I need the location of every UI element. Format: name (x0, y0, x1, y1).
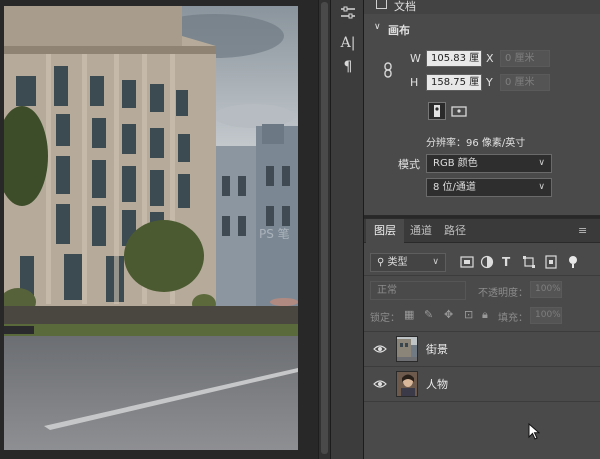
type-filter-icon[interactable]: T (502, 255, 516, 269)
blend-mode-dropdown[interactable]: 正常 (370, 281, 466, 300)
tab-channels[interactable]: 通道 (402, 219, 440, 243)
canvas-scrollbar[interactable] (318, 0, 330, 459)
height-field[interactable]: 158.75 厘 (426, 74, 482, 91)
layer-thumbnail-street (396, 336, 418, 362)
link-chain-icon[interactable] (382, 62, 394, 78)
width-field[interactable]: 105.83 厘 (426, 50, 482, 67)
panel-tool-strip: A| ¶ (330, 0, 364, 459)
document-label: 文档 (394, 0, 416, 13)
opacity-field[interactable]: 100% (530, 281, 562, 298)
landscape-icon (451, 106, 467, 117)
bit-depth-dropdown[interactable]: 8 位/通道 ∨ (426, 178, 552, 197)
divider (364, 366, 600, 367)
color-mode-dropdown[interactable]: RGB 颜色 ∨ (426, 154, 552, 173)
street-scene-illustration: PS 笔 (4, 6, 298, 450)
y-label: Y (486, 76, 493, 89)
portrait-orientation-button[interactable] (428, 102, 446, 120)
divider (364, 275, 600, 276)
canvas-section-title: 画布 (388, 24, 410, 37)
x-field[interactable]: 0 厘米 (500, 50, 550, 67)
properties-panel: 文档 ∨ 画布 W 105.83 厘 X 0 厘米 H 158.75 厘 Y 0… (364, 0, 600, 216)
chevron-down-icon: ∨ (538, 182, 545, 192)
divider (364, 401, 600, 402)
y-field[interactable]: 0 厘米 (500, 74, 550, 91)
shape-filter-icon[interactable] (522, 255, 536, 269)
x-label: X (486, 52, 494, 65)
properties-sliders-icon[interactable] (337, 2, 359, 24)
layer-row-person[interactable]: 人物 (364, 368, 600, 400)
layers-panel-tabs: 图层 通道 路径 ≡ (364, 219, 600, 243)
mouse-cursor-icon (528, 423, 540, 440)
lock-image-pixels-icon[interactable]: ✎ (424, 308, 433, 321)
fill-field[interactable]: 100% (530, 307, 562, 324)
paragraph-panel-icon[interactable]: ¶ (337, 56, 359, 78)
resolution-text: 分辨率：96 像素/英寸 (426, 138, 526, 149)
fill-label: 填充： (498, 313, 528, 324)
layer-row-street[interactable]: 街景 (364, 333, 600, 365)
layer-name[interactable]: 街景 (426, 341, 448, 357)
color-mode-value: RGB 颜色 (433, 158, 478, 169)
divider (364, 331, 600, 332)
portrait-icon (434, 105, 440, 117)
smart-object-filter-icon[interactable] (544, 255, 558, 269)
tab-layers[interactable]: 图层 (366, 219, 404, 243)
blend-mode-value: 正常 (377, 285, 397, 296)
layer-filter-dropdown[interactable]: ⚲ 类型 ∨ (370, 253, 446, 272)
layer-filter-kind: 类型 (387, 257, 408, 268)
document-canvas-area[interactable]: PS 笔 (0, 0, 318, 459)
bit-depth-value: 8 位/通道 (433, 182, 476, 193)
visibility-eye-icon[interactable] (373, 342, 387, 356)
search-icon: ⚲ (377, 257, 385, 268)
adjustment-filter-icon[interactable] (480, 255, 494, 269)
character-panel-icon[interactable]: A| (337, 32, 359, 54)
panel-menu-icon[interactable]: ≡ (578, 219, 594, 243)
lock-artboard-icon[interactable]: ⊡ (464, 308, 473, 321)
visibility-eye-icon[interactable] (373, 377, 387, 391)
layers-panel: 图层 通道 路径 ≡ ⚲ 类型 ∨ T 正常 不透明度： 100% 锁定： ▦ … (364, 218, 600, 459)
canvas-image-street-scene[interactable]: PS 笔 (4, 6, 298, 450)
chevron-down-icon: ∨ (432, 257, 439, 267)
scrollbar-thumb[interactable] (321, 2, 328, 454)
lock-all-icon[interactable]: 🔒︎ (482, 308, 488, 322)
document-icon (376, 0, 387, 9)
layer-thumbnail-person (396, 371, 418, 397)
chevron-down-icon: ∨ (538, 158, 545, 168)
lock-label: 锁定： (370, 313, 400, 324)
height-label: H (410, 76, 419, 89)
landscape-orientation-button[interactable] (450, 102, 468, 120)
lock-position-icon[interactable]: ✥ (444, 308, 453, 321)
tab-paths[interactable]: 路径 (436, 219, 474, 243)
filter-toggle-icon[interactable] (566, 255, 580, 269)
opacity-label: 不透明度： (478, 288, 528, 299)
pixel-filter-icon[interactable] (460, 255, 474, 269)
layer-name[interactable]: 人物 (426, 376, 448, 392)
width-label: W (410, 52, 421, 65)
collapse-chevron-icon[interactable]: ∨ (374, 22, 381, 32)
mode-label: 模式 (398, 158, 420, 171)
lock-transparent-pixels-icon[interactable]: ▦ (404, 308, 414, 321)
watermark-text: PS 笔 (259, 226, 290, 241)
